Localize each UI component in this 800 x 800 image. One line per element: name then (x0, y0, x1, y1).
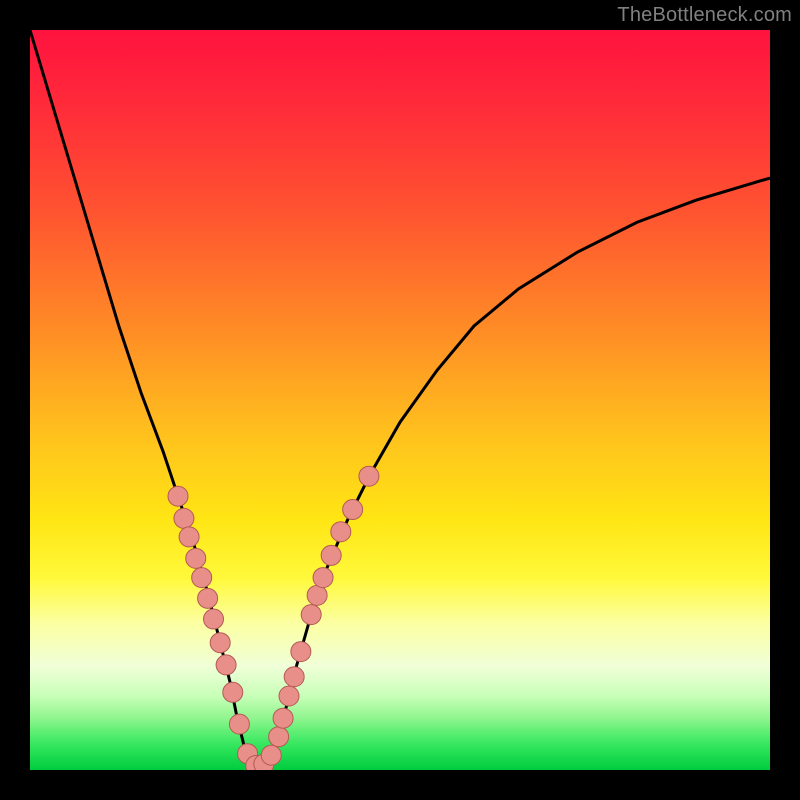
data-dot (313, 568, 333, 588)
plot-area (30, 30, 770, 770)
data-dot (307, 585, 327, 605)
bottleneck-curve (30, 30, 770, 766)
chart-frame: TheBottleneck.com (0, 0, 800, 800)
data-dot (216, 655, 236, 675)
data-dot (343, 500, 363, 520)
data-dot (269, 727, 289, 747)
data-dot (261, 745, 281, 765)
data-dot (284, 667, 304, 687)
data-dot (229, 714, 249, 734)
data-dot (204, 609, 224, 629)
data-dot (359, 466, 379, 486)
data-dot (179, 527, 199, 547)
data-dot (210, 633, 230, 653)
data-dot (192, 568, 212, 588)
data-dot (291, 642, 311, 662)
data-dots (168, 466, 379, 770)
data-dot (331, 522, 351, 542)
data-dot (273, 708, 293, 728)
data-dot (186, 548, 206, 568)
chart-svg (30, 30, 770, 770)
data-dot (198, 588, 218, 608)
data-dot (174, 508, 194, 528)
data-dot (168, 486, 188, 506)
data-dot (279, 686, 299, 706)
data-dot (301, 605, 321, 625)
data-dot (223, 682, 243, 702)
data-dot (321, 545, 341, 565)
watermark-text: TheBottleneck.com (617, 4, 792, 27)
